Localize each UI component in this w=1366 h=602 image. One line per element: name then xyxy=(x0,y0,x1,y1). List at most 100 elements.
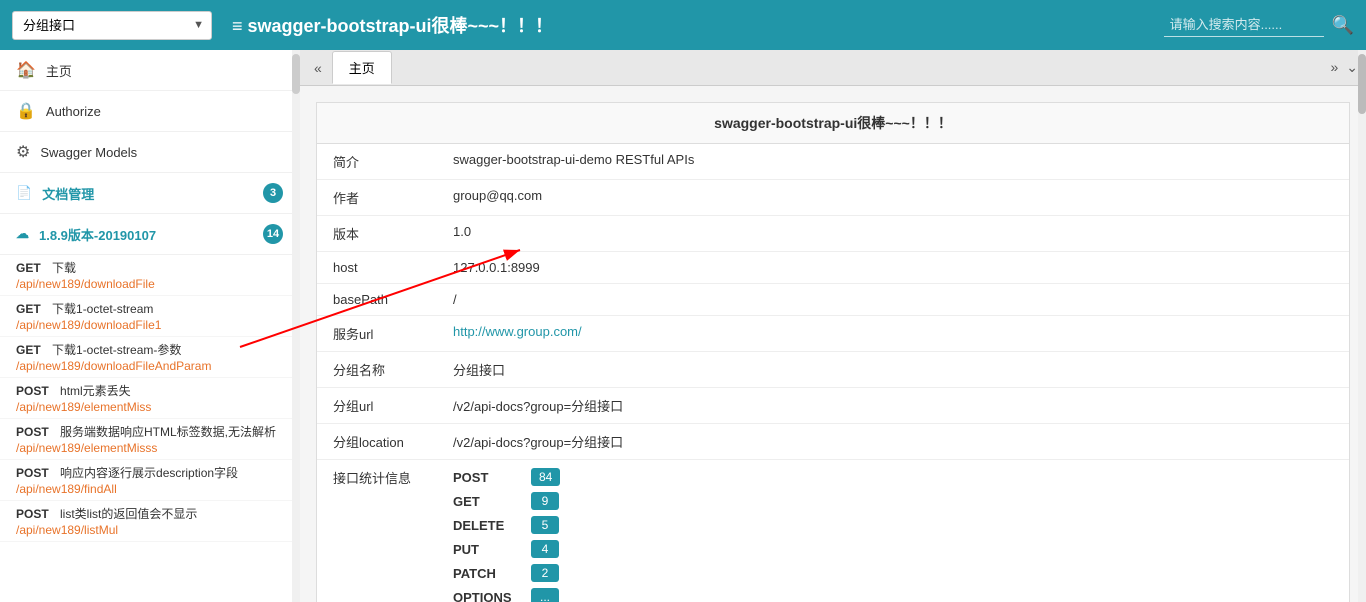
table-key: 分组location xyxy=(317,424,437,460)
stats-row-patch: PATCH 2 xyxy=(453,564,1333,582)
table-row: 作者 group@qq.com xyxy=(317,180,1349,216)
stats-method-post: POST xyxy=(453,470,523,485)
table-key: 分组url xyxy=(317,388,437,424)
sidebar-item-home[interactable]: 🏠 主页 xyxy=(0,50,299,91)
tab-controls: » ⌄ xyxy=(1330,59,1358,76)
table-row: host 127.0.0.1:8999 xyxy=(317,252,1349,284)
tab-home[interactable]: 主页 xyxy=(332,51,392,84)
stats-method-options: OPTIONS xyxy=(453,590,523,602)
search-wrapper: 🔍 xyxy=(1164,13,1354,37)
table-value: group@qq.com xyxy=(437,180,1349,216)
sidebar-scroll-thumb[interactable] xyxy=(292,54,300,94)
stats-badge-patch: 2 xyxy=(531,564,559,582)
table-row: 分组url /v2/api-docs?group=分组接口 xyxy=(317,388,1349,424)
stats-row-options: OPTIONS ... xyxy=(453,588,1333,602)
table-value: 1.0 xyxy=(437,216,1349,252)
table-key: host xyxy=(317,252,437,284)
tab-collapse-icon[interactable]: ⌄ xyxy=(1346,59,1358,76)
scrollbar-thumb[interactable] xyxy=(1358,54,1366,114)
api-path-0: /api/new189/downloadFile xyxy=(16,277,283,291)
info-table: 简介 swagger-bootstrap-ui-demo RESTful API… xyxy=(317,144,1349,602)
table-value: swagger-bootstrap-ui-demo RESTful APIs xyxy=(437,144,1349,180)
api-desc-6: list类list的返回值会不显示 xyxy=(60,507,197,521)
api-desc-3: html元素丢失 xyxy=(60,384,131,398)
api-desc-0: 下载 xyxy=(52,261,76,275)
stats-badge-put: 4 xyxy=(531,540,559,558)
api-entry-4[interactable]: POST 服务端数据响应HTML标签数据,无法解析 /api/new189/el… xyxy=(0,419,299,460)
service-url-link[interactable]: http://www.group.com/ xyxy=(453,324,582,339)
table-row: basePath / xyxy=(317,284,1349,316)
api-path-6: /api/new189/listMul xyxy=(16,523,283,537)
api-method-6: POST xyxy=(16,507,49,521)
sidebar-version-label: 1.8.9版本-20190107 xyxy=(39,225,156,244)
tab-right-arrow[interactable]: » xyxy=(1330,59,1338,76)
version-badge: 14 xyxy=(263,224,283,244)
sidebar-doc-label: 文档管理 xyxy=(42,184,94,203)
stats-badge-post: 84 xyxy=(531,468,560,486)
stats-badge-delete: 5 xyxy=(531,516,559,534)
api-method-0: GET xyxy=(16,261,41,275)
table-value: / xyxy=(437,284,1349,316)
api-path-3: /api/new189/elementMiss xyxy=(16,400,283,414)
sidebar-item-version[interactable]: ☁ 1.8.9版本-20190107 14 xyxy=(0,214,299,255)
api-entry-5[interactable]: POST 响应内容逐行展示description字段 /api/new189/f… xyxy=(0,460,299,501)
table-key: 简介 xyxy=(317,144,437,180)
api-path-2: /api/new189/downloadFileAndParam xyxy=(16,359,283,373)
app-title: ≡ swagger-bootstrap-ui很棒~~~！！！ xyxy=(232,12,1152,38)
group-select-wrapper[interactable]: 分组接口 全部接口 ▼ xyxy=(12,11,212,40)
main-layout: 🏠 主页 🔒 Authorize ⚙ Swagger Models 📄 文档管理… xyxy=(0,50,1366,602)
table-stats: POST 84 GET 9 DELETE 5 xyxy=(437,460,1349,602)
stats-badge-get: 9 xyxy=(531,492,559,510)
table-row: 分组location /v2/api-docs?group=分组接口 xyxy=(317,424,1349,460)
search-button[interactable]: 🔍 xyxy=(1332,15,1354,36)
doc-management-badge: 3 xyxy=(263,183,283,203)
table-key: 作者 xyxy=(317,180,437,216)
info-area: swagger-bootstrap-ui很棒~~~！！！ 简介 swagger-… xyxy=(300,86,1366,602)
info-card-header: swagger-bootstrap-ui很棒~~~！！！ xyxy=(317,103,1349,144)
api-entry-2[interactable]: GET 下载1-octet-stream-参数 /api/new189/down… xyxy=(0,337,299,378)
table-row: 分组名称 分组接口 xyxy=(317,352,1349,388)
api-method-3: POST xyxy=(16,384,49,398)
api-entry-6[interactable]: POST list类list的返回值会不显示 /api/new189/listM… xyxy=(0,501,299,542)
tab-left-arrow[interactable]: « xyxy=(308,60,328,76)
api-method-4: POST xyxy=(16,425,49,439)
stats-method-put: PUT xyxy=(453,542,523,557)
stats-method-delete: DELETE xyxy=(453,518,523,533)
api-desc-1: 下载1-octet-stream xyxy=(52,302,153,316)
api-desc-2: 下载1-octet-stream-参数 xyxy=(52,343,181,357)
lock-icon: 🔒 xyxy=(16,101,36,121)
stats-badge-options: ... xyxy=(531,588,559,602)
sidebar-scrollbar[interactable] xyxy=(292,50,300,602)
api-entry-1[interactable]: GET 下载1-octet-stream /api/new189/downloa… xyxy=(0,296,299,337)
api-path-4: /api/new189/elementMisss xyxy=(16,441,283,455)
api-path-1: /api/new189/downloadFile1 xyxy=(16,318,283,332)
table-row: 简介 swagger-bootstrap-ui-demo RESTful API… xyxy=(317,144,1349,180)
api-method-1: GET xyxy=(16,302,41,316)
table-value: 分组接口 xyxy=(437,352,1349,388)
api-path-5: /api/new189/findAll xyxy=(16,482,283,496)
table-value: http://www.group.com/ xyxy=(437,316,1349,352)
api-method-2: GET xyxy=(16,343,41,357)
sidebar-item-doc-management[interactable]: 📄 文档管理 3 xyxy=(0,173,299,214)
group-select[interactable]: 分组接口 全部接口 xyxy=(12,11,212,40)
stats-method-patch: PATCH xyxy=(453,566,523,581)
api-entry-3[interactable]: POST html元素丢失 /api/new189/elementMiss xyxy=(0,378,299,419)
right-scrollbar[interactable] xyxy=(1358,50,1366,602)
model-icon: ⚙ xyxy=(16,142,30,162)
table-row: 版本 1.0 xyxy=(317,216,1349,252)
content-area: « 主页 » ⌄ swagger-bootstrap-ui很棒~~~！！！ 简介 xyxy=(300,50,1366,602)
search-input[interactable] xyxy=(1164,13,1324,37)
api-entry-0[interactable]: GET 下载 /api/new189/downloadFile xyxy=(0,255,299,296)
sidebar-home-label: 主页 xyxy=(46,61,72,80)
cloud-icon: ☁ xyxy=(16,226,29,242)
table-value: 127.0.0.1:8999 xyxy=(437,252,1349,284)
doc-icon: 📄 xyxy=(16,185,32,201)
table-key: 分组名称 xyxy=(317,352,437,388)
home-icon: 🏠 xyxy=(16,60,36,80)
sidebar-authorize-label: Authorize xyxy=(46,104,101,119)
table-row: 服务url http://www.group.com/ xyxy=(317,316,1349,352)
sidebar-item-swagger-models[interactable]: ⚙ Swagger Models xyxy=(0,132,299,173)
table-row: 接口统计信息 POST 84 GET 9 xyxy=(317,460,1349,602)
sidebar-item-authorize[interactable]: 🔒 Authorize xyxy=(0,91,299,132)
tab-bar: « 主页 » ⌄ xyxy=(300,50,1366,86)
